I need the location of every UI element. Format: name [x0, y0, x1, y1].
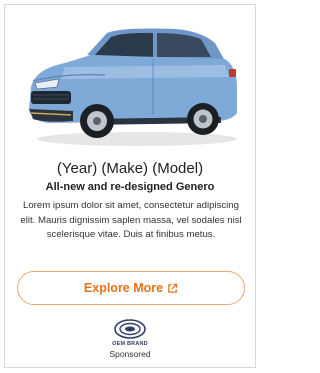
ad-title: (Year) (Make) (Model)	[56, 160, 204, 177]
ad-body-text: Lorem ipsum dolor sit amet, consectetur …	[20, 200, 242, 240]
explore-more-label: Explore More	[83, 281, 164, 295]
ad-subtitle: All-new and re-designed Genero	[45, 181, 215, 193]
brand-name: OEM BRAND	[112, 341, 148, 347]
oem-brand-logo-icon	[114, 319, 146, 339]
car-image[interactable]	[25, 21, 239, 149]
brand-block[interactable]: OEM BRAND Sponsored	[5, 318, 255, 359]
external-link-icon	[168, 283, 178, 293]
sponsored-label: Sponsored	[109, 349, 151, 359]
ad-card[interactable]: (Year) (Make) (Model) All-new and re-des…	[4, 4, 256, 368]
explore-more-button[interactable]: Explore More	[17, 271, 245, 305]
